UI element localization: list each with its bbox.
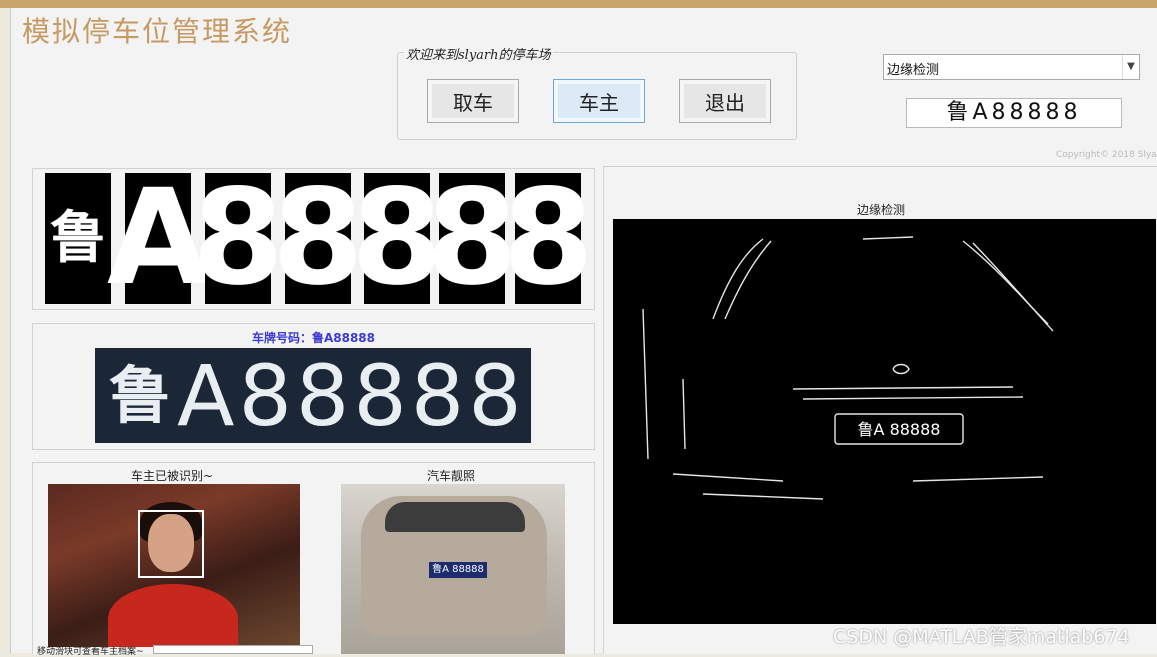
edge-line [862,236,914,240]
plate-caption: 车牌号码：鲁A88888 [251,331,376,345]
segmented-char: A [106,161,210,315]
edge-lines: 鲁A 88888 [642,236,1054,500]
edge-line [912,476,1044,482]
method-select-value: 边缘检测 [887,63,940,78]
owner-caption: 车主已被识别~ [131,469,214,483]
app-title: 模拟停车位管理系统 [22,15,293,48]
owner-photo [48,484,300,647]
car-photo: 鲁A 88888 [341,484,565,654]
owner-coat [108,584,238,647]
segmented-char: 鲁 [45,173,111,304]
edge-panel: 边缘检测 鲁A 88888 [603,166,1157,654]
segmented-char: 8 [351,161,443,315]
segmented-char: 8 [272,161,364,315]
edge-line [672,473,784,482]
edge-line [702,493,824,500]
plate-province: 鲁 [109,358,172,432]
method-select[interactable]: 边缘检测 ▼ [883,54,1140,80]
car-caption: 汽车靓照 [427,469,476,483]
plate-panel: 车牌号码：鲁A88888 鲁 A88888 [32,323,595,450]
plate-result-field: 鲁A88888 [906,98,1122,128]
pick-car-button[interactable]: 取车 [427,79,519,123]
edge-line [892,363,910,375]
edge-line [682,378,686,450]
welcome-group: 欢迎来到slyarh的停车场 取车 车主 退出 [397,44,797,140]
edge-line [642,308,649,460]
plate-image: 鲁 A88888 [95,346,531,445]
owner-button[interactable]: 车主 [553,79,645,123]
plate-number: A88888 [177,346,526,445]
edge-title: 边缘检测 [856,203,905,217]
window-top-border [0,0,1157,8]
photos-panel: 车主已被识别~ 汽车靓照 鲁A 88888 移动滑块可查看车主档案~ [32,462,595,657]
exit-button[interactable]: 退出 [679,79,771,123]
segmented-char: 8 [192,161,284,315]
segmented-char: 8 [426,161,518,315]
segmented-chars-panel: 鲁 A 8 8 8 8 8 [32,168,595,310]
edge-line [802,396,1024,400]
face-detection-box [138,510,204,578]
watermark: CSDN @MATLAB管家matlab674 [833,626,1130,648]
welcome-legend: 欢迎来到slyarh的停车场 [404,44,553,63]
edge-line [712,238,764,320]
copyright-text: Copyright© 2018 Slyarh [1056,150,1157,160]
edge-line [792,386,1014,390]
edge-line [972,242,1054,332]
edge-plate-text: 鲁A 88888 [858,420,941,439]
car-rear-window [385,502,525,532]
car-plate: 鲁A 88888 [429,562,487,578]
chevron-down-icon[interactable]: ▼ [1122,55,1139,79]
segmented-char: 8 [502,161,594,315]
owner-file-hint: 移动滑块可查看车主档案~ [37,647,144,657]
edge-detection-image: 鲁A 88888 [613,219,1156,624]
